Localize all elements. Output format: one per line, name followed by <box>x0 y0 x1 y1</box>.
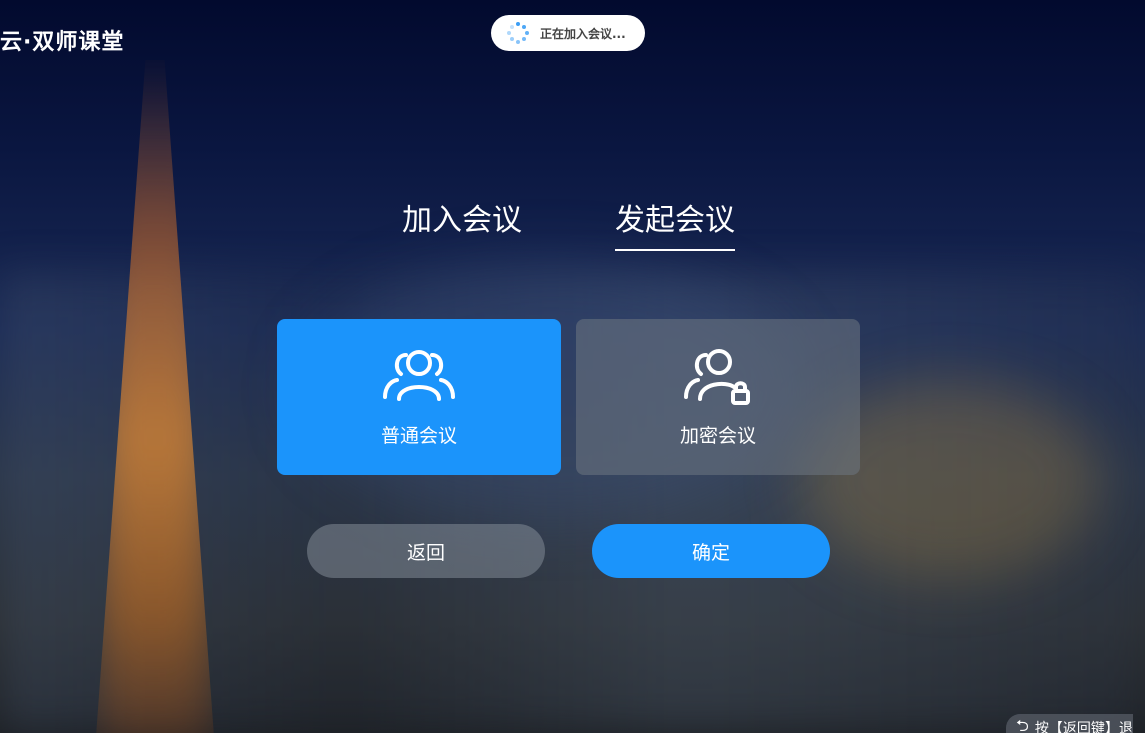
confirm-button[interactable]: 确定 <box>592 524 830 578</box>
group-users-icon <box>383 350 455 401</box>
tab-start-meeting[interactable]: 发起会议 <box>615 195 735 251</box>
secure-meeting-label: 加密会议 <box>679 425 756 447</box>
app-logo: 云·双师课堂 <box>0 30 125 55</box>
return-arrow-icon: ⮌ <box>1016 715 1029 733</box>
normal-meeting-card[interactable]: 普通会议 <box>277 319 561 475</box>
meeting-tabs: 加入会议 发起会议 <box>0 195 1145 255</box>
secure-meeting-card[interactable]: 加密会议 <box>576 319 860 475</box>
tab-join-meeting[interactable]: 加入会议 <box>402 195 522 249</box>
toast-text: 正在加入会议... <box>540 26 626 41</box>
meeting-screen: 云·双师课堂 正在加入会议... 加入会议 发起会议 普通会议 加密会议 返回 … <box>0 0 1145 733</box>
normal-meeting-label: 普通会议 <box>380 425 457 447</box>
back-button[interactable]: 返回 <box>307 524 545 578</box>
loading-spinner-icon <box>507 22 529 44</box>
group-lock-icon <box>684 349 750 405</box>
joining-toast: 正在加入会议... <box>491 15 645 51</box>
footer-hint: ⮌ 按【返回键】退 <box>1006 714 1133 733</box>
footer-hint-text: 按【返回键】退 <box>1034 721 1133 733</box>
